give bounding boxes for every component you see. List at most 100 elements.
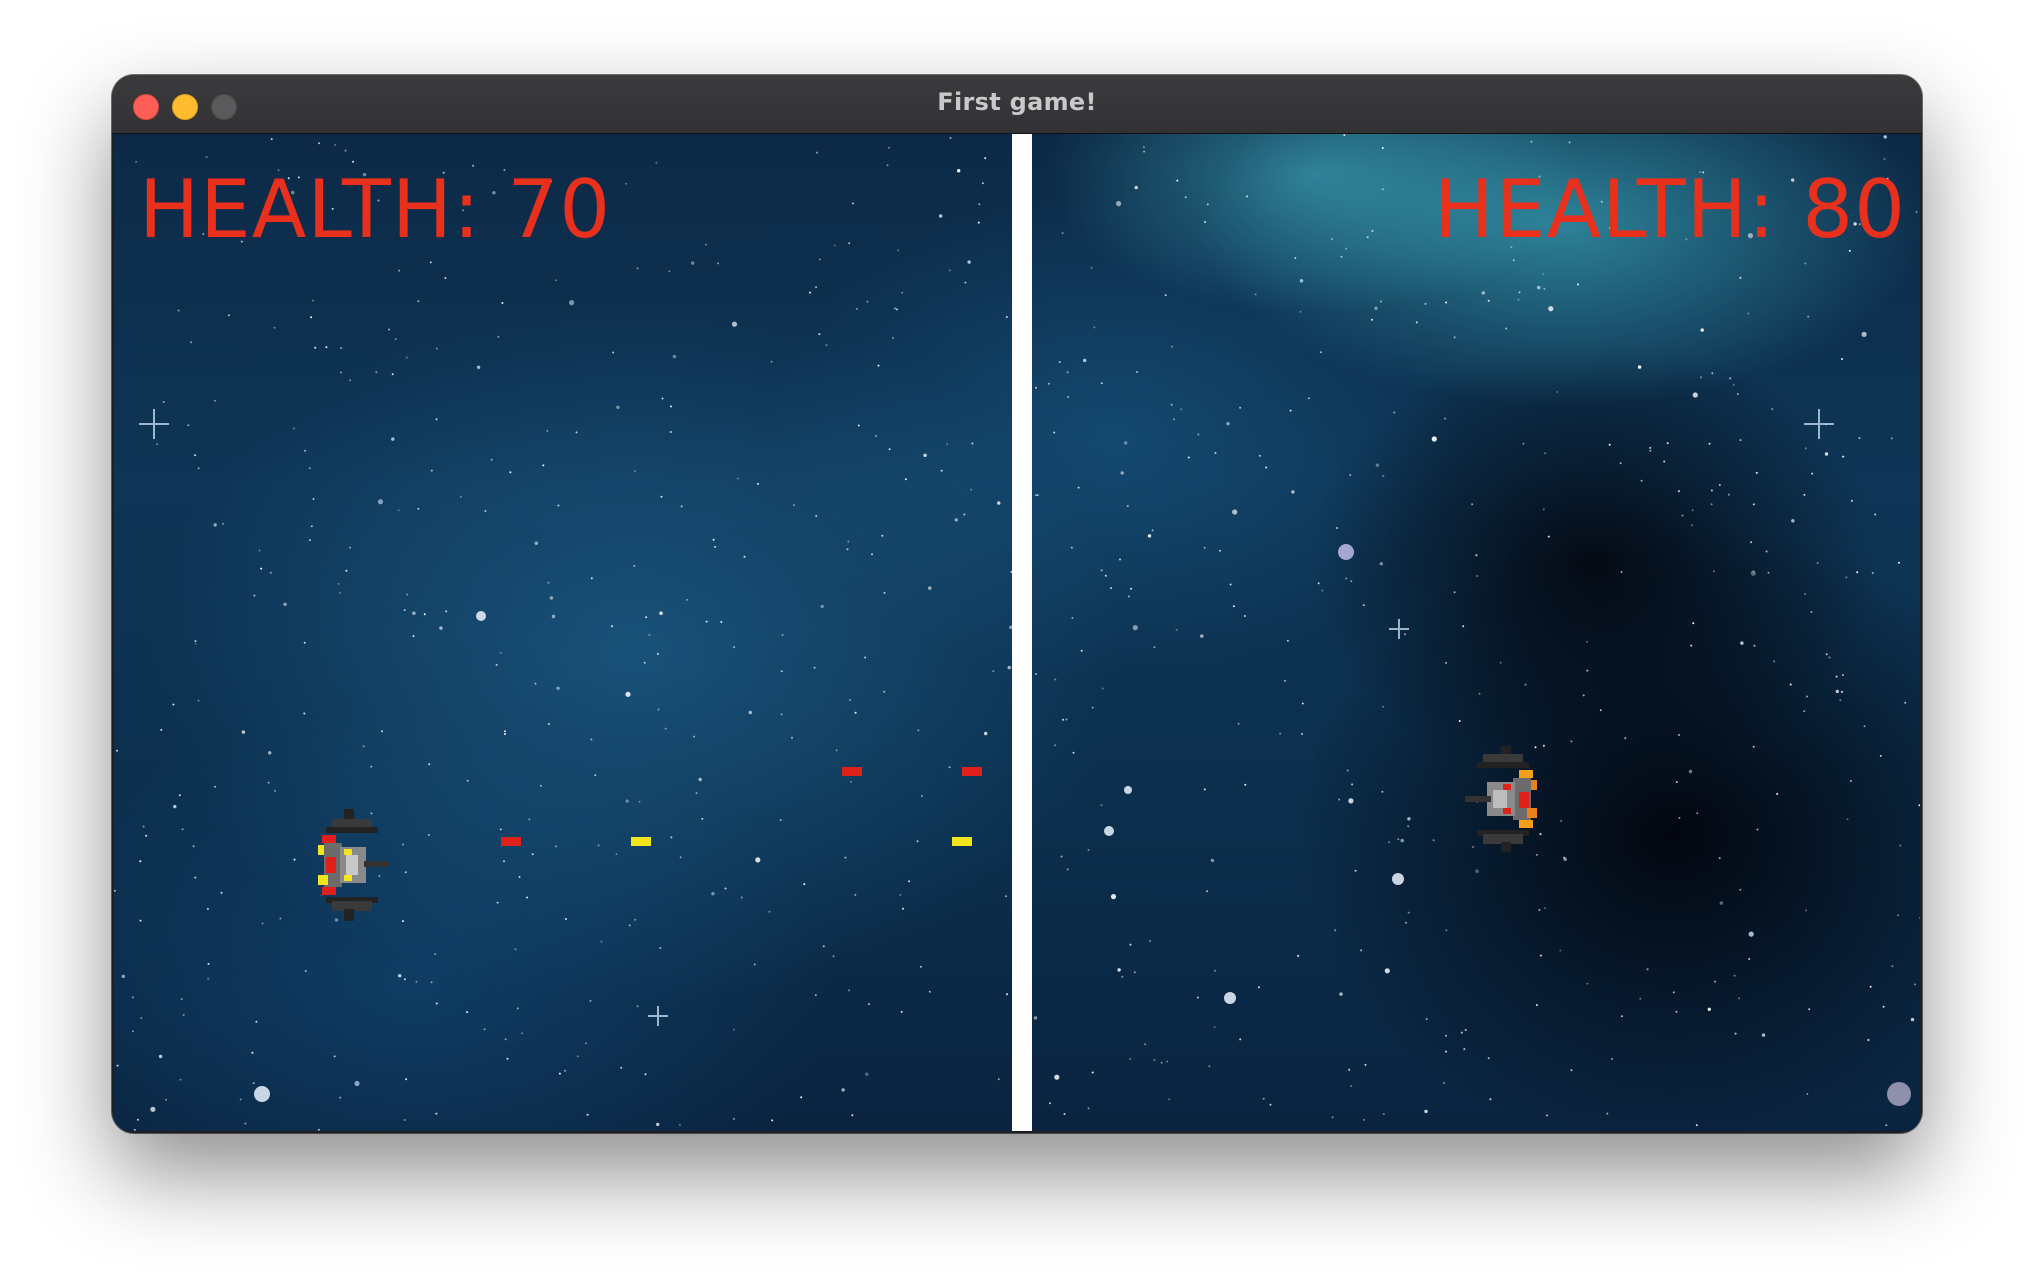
- star: [293, 427, 295, 430]
- star: [1560, 819, 1563, 822]
- star: [404, 871, 407, 874]
- star: [1733, 974, 1736, 977]
- title-bar[interactable]: First game!: [112, 75, 1922, 134]
- star: [648, 633, 651, 636]
- star: [866, 300, 869, 303]
- star: [181, 828, 184, 831]
- star: [1180, 408, 1183, 411]
- star: [1143, 150, 1146, 153]
- star: [1828, 656, 1831, 659]
- star: [466, 1011, 469, 1014]
- star: [1265, 466, 1268, 469]
- star: [1110, 894, 1117, 900]
- star: [1542, 273, 1545, 276]
- star: [506, 1057, 509, 1060]
- star: [1568, 141, 1571, 144]
- star: [1885, 1124, 1888, 1127]
- star: [1739, 439, 1742, 442]
- star: [558, 1072, 561, 1075]
- star: [1006, 993, 1008, 996]
- star: [182, 1014, 185, 1016]
- star: [131, 996, 134, 999]
- star: [1063, 1113, 1066, 1115]
- star: [1187, 456, 1190, 459]
- star: [1166, 1060, 1169, 1063]
- star: [920, 965, 922, 968]
- star: [928, 586, 932, 590]
- star: [1034, 494, 1037, 497]
- star: [1719, 901, 1724, 905]
- star: [815, 515, 818, 518]
- star: [1548, 306, 1554, 312]
- star: [1360, 949, 1363, 952]
- star: [391, 437, 395, 441]
- star: [1904, 701, 1907, 704]
- star: [954, 518, 958, 522]
- star: [499, 651, 502, 654]
- star: [833, 244, 836, 247]
- star: [406, 593, 409, 596]
- star: [178, 794, 181, 797]
- star: [1133, 971, 1136, 974]
- star: [589, 999, 592, 1002]
- star: [770, 360, 773, 363]
- star: [569, 300, 575, 306]
- star: [1258, 454, 1261, 457]
- star: [1910, 1017, 1915, 1022]
- star: [1350, 1085, 1353, 1088]
- star: [832, 955, 835, 958]
- star: [194, 640, 197, 643]
- star: [633, 564, 636, 567]
- star: [997, 501, 1001, 505]
- star: [625, 799, 629, 803]
- star: [815, 286, 818, 289]
- star: [397, 509, 400, 512]
- star: [283, 602, 287, 606]
- star: [279, 917, 282, 920]
- star: [274, 789, 276, 792]
- star: [1062, 718, 1065, 721]
- star: [1164, 294, 1167, 297]
- star: [1091, 1071, 1094, 1074]
- star: [165, 1098, 167, 1101]
- star: [753, 963, 756, 966]
- star: [1065, 718, 1068, 721]
- star: [145, 834, 148, 837]
- star: [1101, 687, 1104, 690]
- star: [555, 279, 557, 282]
- star: [1445, 301, 1448, 304]
- star: [1291, 490, 1295, 494]
- star: [678, 1123, 681, 1126]
- game-canvas[interactable]: HEALTH: 70 HEALTH: 80: [114, 134, 1920, 1131]
- star: [1331, 238, 1334, 240]
- star: [1845, 576, 1848, 579]
- star: [690, 261, 695, 265]
- star: [1649, 449, 1652, 452]
- star: [1835, 675, 1838, 678]
- star: [1879, 754, 1882, 757]
- red-bullet: [962, 767, 982, 776]
- star: [636, 1005, 639, 1008]
- star: [848, 242, 851, 245]
- star: [1736, 393, 1739, 396]
- star: [895, 308, 898, 311]
- star: [1841, 358, 1843, 360]
- star: [755, 857, 761, 863]
- star: [253, 594, 256, 597]
- star: [1773, 660, 1776, 663]
- star: [1334, 929, 1337, 932]
- star: [1226, 422, 1230, 426]
- star: [1732, 383, 1735, 386]
- star: [1505, 327, 1508, 330]
- star: [680, 505, 683, 508]
- star: [318, 142, 320, 145]
- star: [310, 525, 313, 528]
- star: [140, 1017, 143, 1020]
- star: [1478, 692, 1481, 695]
- star: [768, 910, 771, 913]
- star: [333, 1055, 336, 1058]
- star: [957, 169, 961, 173]
- star: [435, 1112, 438, 1115]
- star: [841, 1088, 845, 1092]
- star: [679, 856, 682, 859]
